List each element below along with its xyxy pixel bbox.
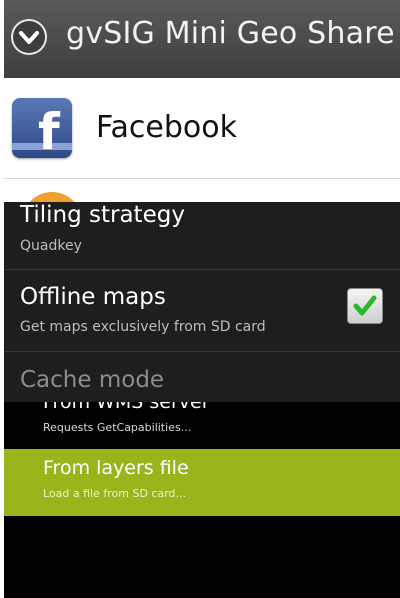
cache-mode-options: From WMS server Requests GetCapabilities… <box>4 402 400 598</box>
setting-cache-mode[interactable]: Cache mode <box>20 367 164 393</box>
setting-summary: Get maps exclusively from SD card <box>20 319 266 335</box>
setting-summary: Quadkey <box>20 238 82 254</box>
facebook-icon-glyph: f <box>38 103 60 158</box>
settings-panel: Tiling strategy Quadkey Offline maps Get… <box>4 202 400 402</box>
checkmark-icon <box>353 295 377 316</box>
option-summary: Load a file from SD card... <box>43 487 187 500</box>
share-app-list: f Facebook <box>4 78 400 222</box>
facebook-icon: f <box>12 98 72 158</box>
option-summary: Requests GetCapabilities... <box>43 421 192 434</box>
divider <box>4 351 400 352</box>
chevron-down-icon[interactable] <box>11 19 47 55</box>
option-title: From WMS server <box>43 402 210 413</box>
share-item-label: Facebook <box>96 110 237 145</box>
share-dialog-title: gvSIG Mini Geo Share <box>66 16 395 51</box>
option-title: From layers file <box>43 457 189 479</box>
setting-title: Tiling strategy <box>20 202 185 228</box>
share-item-facebook[interactable]: f Facebook <box>4 78 400 179</box>
setting-title: Offline maps <box>20 284 166 310</box>
offline-maps-checkbox[interactable] <box>347 288 383 324</box>
share-dialog-header: gvSIG Mini Geo Share <box>4 0 400 78</box>
divider <box>4 269 400 270</box>
option-layers-file[interactable]: From layers file Load a file from SD car… <box>4 449 400 516</box>
